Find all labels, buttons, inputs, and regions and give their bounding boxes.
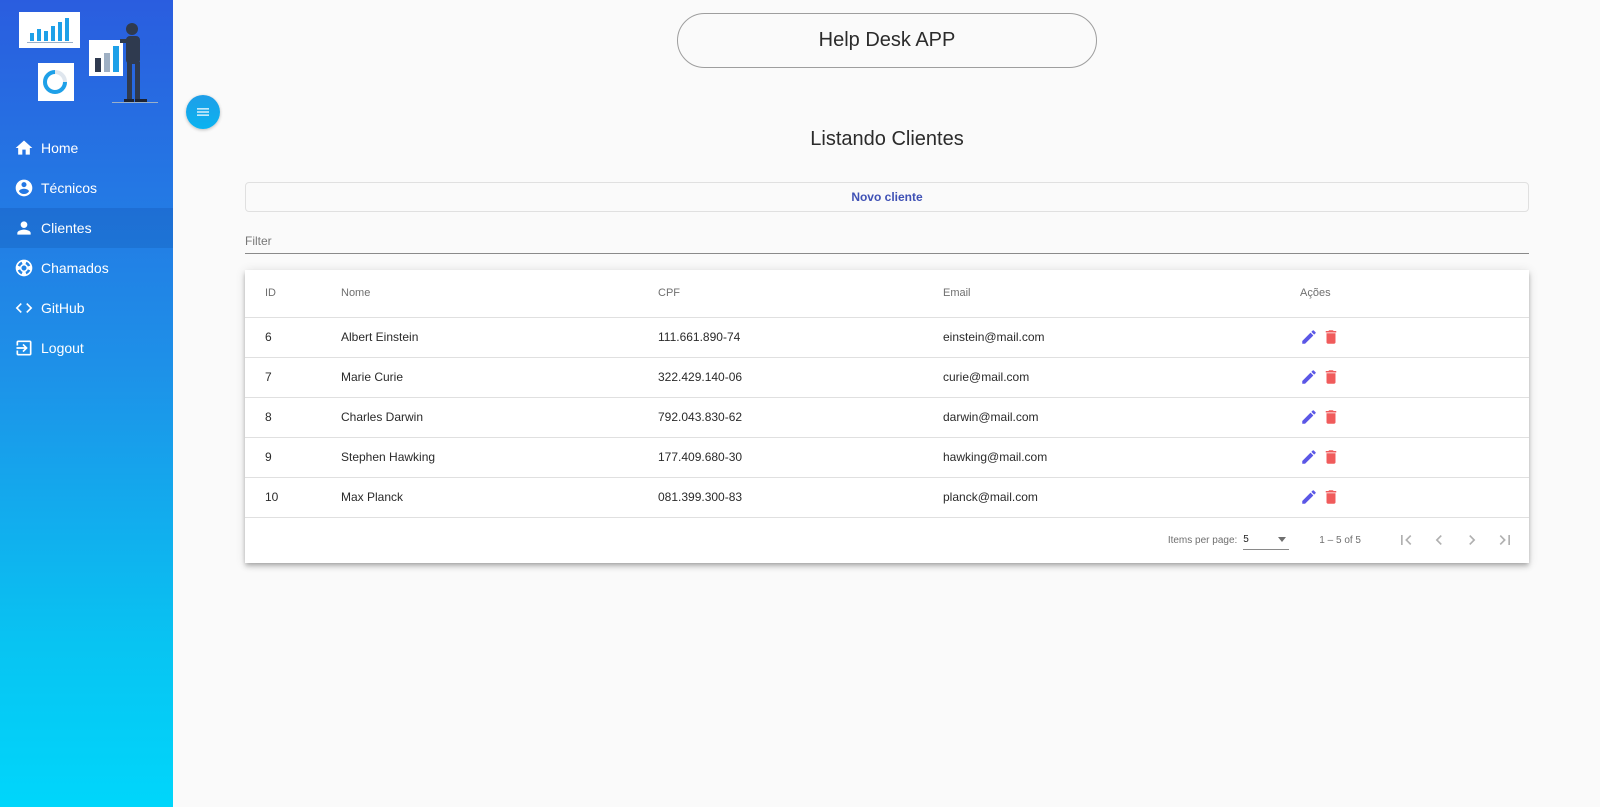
- sidebar-item-chamados[interactable]: Chamados: [0, 248, 173, 288]
- next-page-button[interactable]: [1455, 524, 1488, 557]
- chevron-left-icon: [1435, 535, 1442, 545]
- new-client-button[interactable]: Novo cliente: [245, 182, 1529, 212]
- delete-icon[interactable]: [1322, 368, 1340, 386]
- sidebar-item-label: Chamados: [41, 260, 109, 276]
- items-per-page-label: Items per page:: [1167, 534, 1238, 546]
- table-header-row: ID Nome CPF Email Ações: [245, 270, 1529, 318]
- cell-cpf: 792.043.830-62: [658, 397, 943, 438]
- cell-acoes: [1300, 437, 1529, 478]
- cell-cpf: 177.409.680-30: [658, 437, 943, 478]
- column-header-id: ID: [245, 270, 341, 318]
- filter-input[interactable]: [245, 230, 1529, 252]
- column-header-email: Email: [943, 270, 1300, 318]
- clients-table: ID Nome CPF Email Ações 6 Albert Einstei…: [245, 270, 1529, 518]
- column-header-acoes: Ações: [1300, 270, 1529, 318]
- sidebar-item-github[interactable]: GitHub: [0, 288, 173, 328]
- previous-page-button[interactable]: [1422, 524, 1455, 557]
- sidebar-item-label: GitHub: [41, 300, 85, 316]
- edit-icon[interactable]: [1300, 408, 1318, 426]
- edit-icon[interactable]: [1300, 368, 1318, 386]
- sidebar-item-tecnicos[interactable]: Técnicos: [0, 168, 173, 208]
- table-row: 10 Max Planck 081.399.300-83 planck@mail…: [245, 477, 1529, 518]
- edit-icon[interactable]: [1300, 328, 1318, 346]
- sidebar-nav: Home Técnicos Clientes Chamados GitHub L…: [0, 128, 173, 368]
- clients-table-card: ID Nome CPF Email Ações 6 Albert Einstei…: [245, 270, 1529, 563]
- app-title: Help Desk APP: [677, 13, 1097, 68]
- cell-id: 8: [245, 397, 341, 438]
- cell-id: 9: [245, 437, 341, 478]
- last-page-button[interactable]: [1488, 524, 1521, 557]
- items-per-page-value: 5: [1243, 534, 1249, 545]
- cell-email: planck@mail.com: [943, 477, 1300, 518]
- edit-icon[interactable]: [1300, 448, 1318, 466]
- edit-icon[interactable]: [1300, 488, 1318, 506]
- filter-field: [245, 230, 1529, 254]
- delete-icon[interactable]: [1322, 488, 1340, 506]
- cell-email: darwin@mail.com: [943, 397, 1300, 438]
- cell-acoes: [1300, 477, 1529, 518]
- column-header-cpf: CPF: [658, 270, 943, 318]
- delete-icon[interactable]: [1322, 408, 1340, 426]
- sidebar-item-logout[interactable]: Logout: [0, 328, 173, 368]
- cell-nome: Stephen Hawking: [341, 437, 658, 478]
- first-page-icon: [1400, 535, 1411, 545]
- page-title: Listando Clientes: [810, 128, 964, 150]
- items-per-page-select[interactable]: 5: [1243, 530, 1290, 550]
- sidebar-item-label: Logout: [41, 340, 84, 356]
- column-header-nome: Nome: [341, 270, 658, 318]
- cell-email: curie@mail.com: [943, 357, 1300, 398]
- delete-icon[interactable]: [1322, 448, 1340, 466]
- cell-cpf: 111.661.890-74: [658, 317, 943, 358]
- sidebar-item-label: Técnicos: [41, 180, 98, 196]
- cell-nome: Albert Einstein: [341, 317, 658, 358]
- sidebar: Home Técnicos Clientes Chamados GitHub L…: [0, 0, 173, 807]
- table-row: 6 Albert Einstein 111.661.890-74 einstei…: [245, 317, 1529, 358]
- cell-acoes: [1300, 357, 1529, 398]
- sidebar-item-clientes[interactable]: Clientes: [0, 208, 173, 248]
- cell-cpf: 322.429.140-06: [658, 357, 943, 398]
- person-icon: [14, 218, 34, 238]
- cell-id: 7: [245, 357, 341, 398]
- account-circle-icon: [14, 178, 34, 198]
- cell-id: 6: [245, 317, 341, 358]
- menu-toggle-button[interactable]: [186, 95, 220, 129]
- cell-email: einstein@mail.com: [943, 317, 1300, 358]
- last-page-icon: [1499, 535, 1510, 545]
- cell-email: hawking@mail.com: [943, 437, 1300, 478]
- page-range-label: 1 – 5 of 5: [1319, 534, 1361, 546]
- first-page-button[interactable]: [1389, 524, 1422, 557]
- cell-nome: Charles Darwin: [341, 397, 658, 438]
- dropdown-arrow-icon: [1278, 537, 1287, 542]
- cell-nome: Max Planck: [341, 477, 658, 518]
- sidebar-item-home[interactable]: Home: [0, 128, 173, 168]
- sidebar-item-label: Home: [41, 140, 79, 156]
- cell-nome: Marie Curie: [341, 357, 658, 398]
- table-row: 8 Charles Darwin 792.043.830-62 darwin@m…: [245, 397, 1529, 438]
- chevron-right-icon: [1468, 535, 1475, 545]
- cell-id: 10: [245, 477, 341, 518]
- code-icon: [14, 298, 34, 318]
- table-row: 9 Stephen Hawking 177.409.680-30 hawking…: [245, 437, 1529, 478]
- cell-cpf: 081.399.300-83: [658, 477, 943, 518]
- sidebar-item-label: Clientes: [41, 220, 92, 236]
- cell-acoes: [1300, 317, 1529, 358]
- table-row: 7 Marie Curie 322.429.140-06 curie@mail.…: [245, 357, 1529, 398]
- cell-acoes: [1300, 397, 1529, 438]
- menu-icon: [197, 108, 209, 116]
- paginator: Items per page: 5 1 – 5 of 5: [245, 517, 1529, 563]
- home-icon: [14, 138, 34, 158]
- dashboard-illustration: [19, 12, 158, 103]
- logout-icon: [14, 338, 34, 358]
- support-icon: [14, 258, 34, 278]
- delete-icon[interactable]: [1322, 328, 1340, 346]
